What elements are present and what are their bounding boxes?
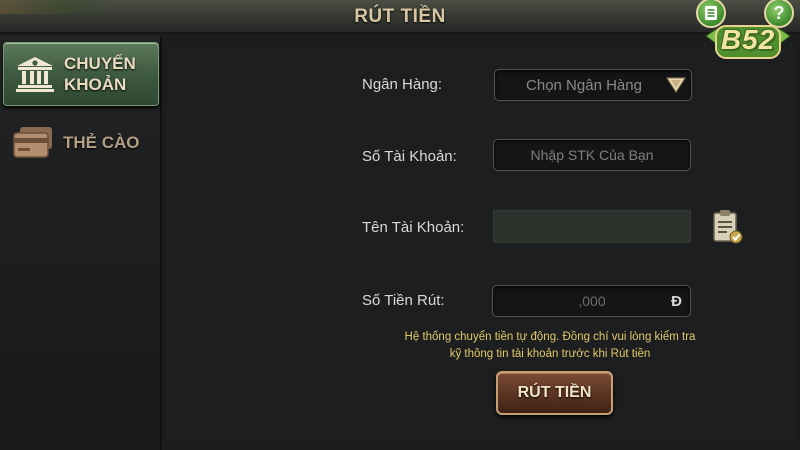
sidebar-item-bank-transfer[interactable]: CHUYỂN KHOẢN	[3, 42, 159, 106]
bank-select[interactable]: Chọn Ngân Hàng	[494, 69, 692, 101]
clipboard-check-icon[interactable]	[711, 209, 743, 245]
withdraw-form-panel	[166, 42, 796, 442]
chevron-down-icon	[666, 77, 686, 93]
card-icon	[11, 122, 57, 162]
bank-label: Ngân Hàng:	[362, 76, 443, 93]
account-name-field	[493, 210, 691, 243]
bank-icon	[12, 54, 58, 94]
account-name-label: Tên Tài Khoản:	[362, 219, 465, 236]
sidebar-item-label: THẺ CÀO	[63, 132, 140, 152]
amount-label: Số Tiền Rút:	[362, 292, 445, 309]
amount-placeholder: ,000	[578, 293, 606, 309]
currency-symbol: Đ	[671, 292, 682, 310]
sidebar-item-label: CHUYỂN KHOẢN	[64, 54, 136, 94]
account-number-input[interactable]: Nhập STK Của Bạn	[493, 139, 691, 171]
notice-line-2: kỹ thông tin tài khoản trước khi Rút tiề…	[449, 348, 651, 360]
account-number-placeholder: Nhập STK Của Bạn	[530, 147, 654, 163]
sidebar-item-scratch-card[interactable]: THẺ CÀO	[3, 120, 159, 164]
sidebar: CHUYỂN KHOẢN THẺ CÀO	[0, 36, 162, 450]
logo-text: B52	[720, 24, 776, 55]
withdraw-button[interactable]: RÚT TIỀN	[496, 371, 613, 415]
notice-text: Hệ thống chuyển tiền tự động. Đồng chí v…	[375, 329, 725, 363]
account-number-label: Số Tài Khoản:	[362, 148, 457, 165]
page-title: RÚT TIỀN	[354, 6, 446, 27]
logo: B52	[700, 14, 796, 66]
bank-select-value: Chọn Ngân Hàng	[526, 76, 642, 94]
title-bar: RÚT TIỀN	[0, 0, 800, 34]
notice-line-1: Hệ thống chuyển tiền tự động. Đồng chí v…	[404, 331, 696, 343]
amount-input[interactable]: ,000 Đ	[492, 285, 691, 317]
